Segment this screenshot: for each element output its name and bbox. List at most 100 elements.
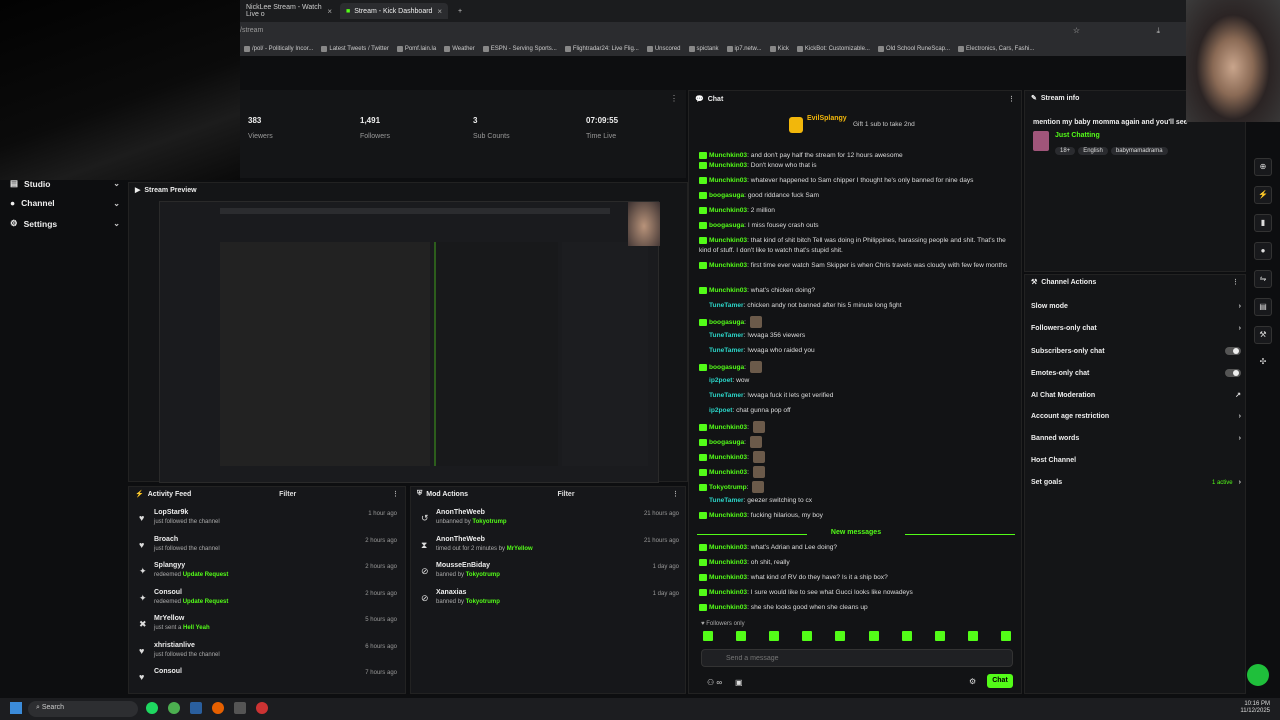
channel-action-item[interactable]: Banned words › xyxy=(1031,435,1241,442)
chat-username[interactable]: Munchkin03 xyxy=(709,152,747,159)
more-icon[interactable]: ⋮ xyxy=(392,490,399,498)
bookmark-item[interactable]: KickBot: Customizable... xyxy=(796,46,870,52)
activity-item[interactable]: ♥ xhristianlive just followed the channel 6… xyxy=(137,642,401,668)
browser-tab-active[interactable]: ■ Stream - Kick Dashboard × xyxy=(340,3,448,19)
chat-username[interactable]: boogasuga xyxy=(709,319,744,326)
activity-user[interactable]: Consoul xyxy=(154,668,182,675)
activity-item[interactable]: ♥ Consoul 7 hours ago xyxy=(137,668,401,694)
chat-username[interactable]: Munchkin03 xyxy=(709,454,747,461)
rail-button[interactable]: ▤ xyxy=(1254,298,1272,316)
emote-icon[interactable] xyxy=(901,631,912,641)
chat-username[interactable]: Munchkin03 xyxy=(709,604,747,611)
bookmark-item[interactable]: Electronics, Cars, Fashi... xyxy=(958,46,1034,52)
bookmark-item[interactable]: Weather xyxy=(444,46,475,52)
taskbar-clock[interactable]: 10:16 PM 11/12/2025 xyxy=(1240,701,1270,715)
chat-username[interactable]: Tokyotrump xyxy=(709,484,747,491)
more-icon[interactable]: ⋮ xyxy=(1008,95,1015,103)
emote-icon[interactable] xyxy=(868,631,879,641)
toggle-switch[interactable] xyxy=(1225,369,1241,377)
emote-icon[interactable] xyxy=(802,631,813,641)
channel-action-item[interactable]: Followers-only chat › xyxy=(1031,325,1241,332)
bookmark-item[interactable]: Unscored xyxy=(646,46,681,52)
gear-icon[interactable]: ⚙ xyxy=(969,677,976,686)
emote-icon[interactable] xyxy=(967,631,978,641)
chat-username[interactable]: Munchkin03 xyxy=(709,559,747,566)
chat-username[interactable]: boogasuga xyxy=(709,364,744,371)
mod-target-user[interactable]: AnonTheWeeb xyxy=(436,536,485,543)
rail-button[interactable]: ▮ xyxy=(1254,214,1272,232)
download-icon[interactable]: ⤓ xyxy=(1156,26,1160,36)
channel-action-item[interactable]: Emotes-only chat xyxy=(1031,369,1241,377)
emote-icon[interactable] xyxy=(769,631,780,641)
stream-category[interactable]: Just Chatting xyxy=(1055,132,1100,139)
rail-button[interactable]: ⚡ xyxy=(1254,186,1272,204)
send-chat-button[interactable]: Chat xyxy=(987,674,1013,688)
more-icon[interactable]: ⋮ xyxy=(672,490,679,498)
emote-icon[interactable] xyxy=(835,631,846,641)
emote-icon[interactable] xyxy=(703,631,713,641)
chat-username[interactable]: Munchkin03 xyxy=(709,512,747,519)
windows-start-icon[interactable] xyxy=(10,702,22,714)
chat-username[interactable]: TuneTamer xyxy=(709,392,744,399)
chat-username[interactable]: TuneTamer xyxy=(709,302,744,309)
sidebar-item-channel[interactable]: ● Channel ⌄ xyxy=(10,198,120,208)
sidebar-item-settings[interactable]: ⚙ Settings ⌄ xyxy=(10,218,120,229)
chat-username[interactable]: Munchkin03 xyxy=(709,574,747,581)
gift-icon[interactable]: ▣ xyxy=(735,678,743,687)
floating-chat-button[interactable] xyxy=(1247,664,1269,686)
channel-action-item[interactable]: Slow mode › xyxy=(1031,303,1241,310)
mod-target-user[interactable]: AnonTheWeeb xyxy=(436,509,485,516)
stream-preview-video[interactable] xyxy=(159,201,660,483)
app-icon[interactable] xyxy=(256,702,268,714)
firefox-icon[interactable] xyxy=(212,702,224,714)
bookmark-item[interactable]: Flightradar24: Live Flig... xyxy=(564,46,639,52)
filter-button[interactable]: Filter xyxy=(557,491,574,498)
chat-username[interactable]: Munchkin03 xyxy=(709,207,747,214)
bookmark-item[interactable]: Old School RuneScap... xyxy=(877,46,950,52)
address-bar[interactable]: /stream ☆ ⤓ xyxy=(240,22,1280,42)
mod-action-item[interactable]: ⧗ AnonTheWeeb timed out for 2 minutes by M… xyxy=(419,536,683,562)
chat-username[interactable]: Munchkin03 xyxy=(709,177,747,184)
bookmark-item[interactable]: spictank xyxy=(688,46,719,52)
spotify-icon[interactable] xyxy=(146,702,158,714)
chat-username[interactable]: Munchkin03 xyxy=(709,237,747,244)
activity-item[interactable]: ✦ Consoul redeemed Update Request 2 hours a… xyxy=(137,589,401,615)
activity-item[interactable]: ✖ MrYellow just sent a Hell Yeah 5 hours ag… xyxy=(137,615,401,641)
activity-user[interactable]: Splangyy xyxy=(154,562,185,569)
activity-user[interactable]: LopStar9k xyxy=(154,509,188,516)
steam-icon[interactable] xyxy=(190,702,202,714)
activity-user[interactable]: MrYellow xyxy=(154,615,184,622)
app-icon[interactable] xyxy=(234,702,246,714)
toggle-switch[interactable] xyxy=(1225,347,1241,355)
activity-item[interactable]: ♥ Broach just followed the channel 2 hours … xyxy=(137,536,401,562)
activity-user[interactable]: Consoul xyxy=(154,589,182,596)
chrome-icon[interactable] xyxy=(168,702,180,714)
activity-user[interactable]: xhristianlive xyxy=(154,642,195,649)
chat-username[interactable]: Munchkin03 xyxy=(709,162,747,169)
emote-icon[interactable] xyxy=(1000,631,1011,641)
mod-target-user[interactable]: MousseEnBiday xyxy=(436,562,490,569)
bookmark-item[interactable]: ip7.netw... xyxy=(726,46,762,52)
channel-action-item[interactable]: Set goals 1 active › xyxy=(1031,479,1241,486)
chat-username[interactable]: Munchkin03 xyxy=(709,469,747,476)
chat-username[interactable]: ip2poet xyxy=(709,407,732,414)
activity-user[interactable]: Broach xyxy=(154,536,178,543)
chat-username[interactable]: TuneTamer xyxy=(709,332,744,339)
mod-action-item[interactable]: ↺ AnonTheWeeb unbanned by Tokyotrump 21 hou… xyxy=(419,509,683,535)
emoji-icon[interactable]: ⚇ ∞ xyxy=(707,678,722,687)
emote-icon[interactable] xyxy=(736,631,747,641)
more-icon[interactable]: ⋮ xyxy=(1232,278,1239,286)
channel-action-item[interactable]: Host Channel xyxy=(1031,457,1241,464)
bookmark-item[interactable]: /pol/ - Politically Incor... xyxy=(244,46,313,52)
filter-button[interactable]: Filter xyxy=(279,491,296,498)
chat-username[interactable]: Munchkin03 xyxy=(709,544,747,551)
chat-username[interactable]: TuneTamer xyxy=(709,497,744,504)
rail-button[interactable]: ⊕ xyxy=(1254,158,1272,176)
channel-action-item[interactable]: Subscribers-only chat xyxy=(1031,347,1241,355)
bookmark-item[interactable]: Pomf.lain.la xyxy=(396,46,436,52)
bookmark-item[interactable]: Kick xyxy=(769,46,789,52)
chat-username[interactable]: Munchkin03 xyxy=(709,589,747,596)
mod-action-item[interactable]: ⊘ MousseEnBiday banned by Tokyotrump 1 day … xyxy=(419,562,683,588)
chat-username[interactable]: ip2poet xyxy=(709,377,732,384)
emote-icon[interactable] xyxy=(934,631,945,641)
